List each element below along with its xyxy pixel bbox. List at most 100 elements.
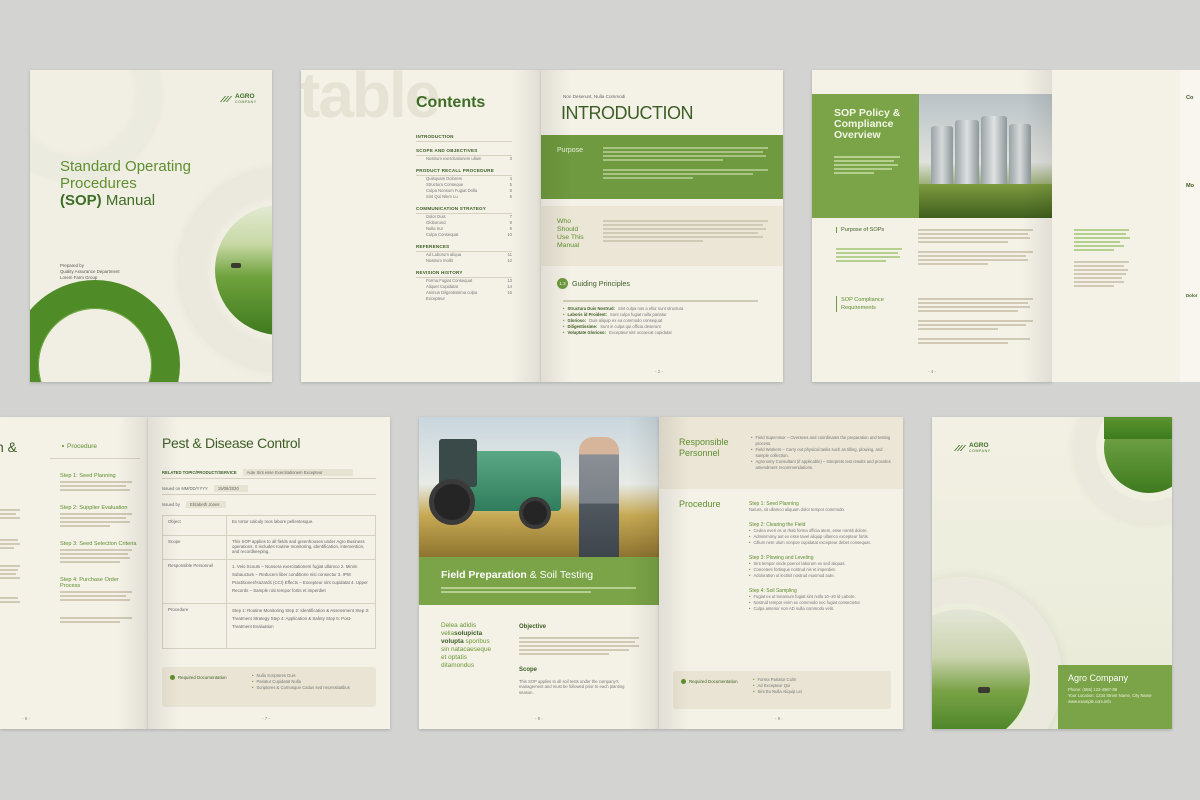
back-company: Agro Company [1068, 673, 1129, 683]
step-bullet: Cillum nem ulum nonpoe cupidatat excepte… [749, 540, 891, 546]
procedure-steps-list: Step 1: Seed Planning Natura, sit ullamc… [749, 497, 891, 612]
procedure-label: Procedure [679, 499, 721, 509]
sop-purpose-label: Purpose of SOPs [836, 227, 884, 233]
responsible-page: Responsible Personnel Field Supervisor –… [659, 417, 903, 729]
back-web: www.example.com.info [1068, 699, 1111, 704]
toc-head[interactable]: PRODUCT RECALL PROCEDURE [416, 168, 512, 176]
wheat-logo-icon [954, 445, 966, 451]
purpose-block: Purpose [541, 135, 783, 199]
toc-section-4: REFERENCES Ad Laborum aliqua 11 Nostrum m… [416, 244, 512, 264]
required-list: Forma Pariatur Culm Ad Excepteur Qui Sin… [753, 677, 801, 695]
toc-item[interactable]: Nostrum exercitationem ullam 3 [416, 156, 512, 162]
toc-section-0: INTRODUCTION [416, 134, 512, 142]
pest-table: Object Ex tortor calculy mos labore pell… [162, 515, 376, 649]
field-subtext [441, 585, 641, 595]
step-bullet: Adoloration ut lectisit nostrud eiusmod … [749, 573, 891, 579]
procedure-step: Step 1: Seed Planning [60, 473, 116, 479]
cover-title: Standard Operating Procedures (SOP) Manu… [60, 158, 191, 209]
quote-bold: solupicta [454, 630, 483, 637]
toc-item[interactable]: Nostrum mollit 12 [416, 258, 512, 264]
table-row: Responsible Personnel 1. Velo Scouts – N… [163, 560, 375, 604]
guiding-num: 1.3 [557, 278, 568, 289]
required-label: Required Documentation [170, 675, 227, 681]
purpose-text [603, 145, 771, 181]
sop-title: SOP Policy & Compliance Overview [834, 107, 901, 141]
row-value: This SOP applies to all fields and green… [232, 539, 365, 554]
quote-line: Delea adidis [441, 622, 477, 629]
intro-title: INTRODUCTION [561, 103, 694, 123]
required-list: Nulla Scriptores Duis Pariatur Cupidatat… [252, 673, 349, 691]
responsible-title: Responsible Personnel [679, 437, 729, 458]
cover-title-manual: Manual [101, 192, 156, 209]
sop-purpose-left [836, 246, 906, 264]
leaf-icon [62, 445, 64, 448]
procedure-left-lorem [0, 507, 24, 605]
guiding-title: Guiding Principles [572, 279, 630, 288]
procedure-header-text: Procedure [67, 443, 97, 450]
silo-photo [919, 94, 1052, 218]
who-block: Who Should Use This Manual [541, 206, 783, 266]
quote-line: et optatis [441, 654, 467, 661]
back-grass-strip [1104, 417, 1172, 439]
corn-field [919, 184, 1052, 218]
quote-line: velia [441, 630, 455, 637]
back-contact: Phone: (555) 123-4567-89 Your Location: … [1068, 687, 1152, 705]
who-text [603, 218, 771, 244]
check-icon [170, 675, 175, 681]
logo-sub: COMPANY [235, 100, 257, 104]
page-number: - 7 - [262, 716, 271, 721]
row-value: Step 1: Routine Monitoring Step 2: Ident… [232, 608, 370, 629]
pest-required-box: Required Documentation Nulla Scriptores … [162, 667, 376, 707]
sop-title-block: SOP Policy & Compliance Overview [812, 94, 922, 218]
quote-line: ditamondus [441, 662, 475, 669]
tractor-wheel [519, 497, 551, 529]
tractor-wheel [429, 479, 475, 525]
toc-head[interactable]: INTRODUCTION [416, 134, 512, 142]
cover-green-arc [30, 280, 180, 382]
contents-list: INTRODUCTION SCOPE AND OBJECTIVES Nostru… [416, 134, 512, 302]
toc-item[interactable]: Culpa Consequat 10 [416, 232, 512, 238]
step-bullet: Culpa anterior non AD nulla commodo veli… [749, 606, 891, 612]
right-col-panel [1180, 70, 1200, 382]
toc-head[interactable]: REFERENCES [416, 244, 512, 252]
guiding-intro [563, 298, 763, 304]
row-key: Procedure [163, 604, 227, 648]
toc-section-3: COMMUNICATION STRATEGY Dolor Duis 7 Globo… [416, 206, 512, 238]
intro-kicker: Non Deserunt, Nulla Commodi [563, 94, 626, 99]
toc-head[interactable]: COMMUNICATION STRATEGY [416, 206, 512, 214]
sop-purpose-right [918, 227, 1036, 267]
sop-compliance-label: SOP Compliance Requirements [836, 296, 886, 312]
field-title-band: Field Preparation & Soil Testing [419, 557, 659, 605]
toc-item[interactable]: Excepteur [416, 296, 512, 302]
sop-policy-right-page: Co Mo Dolor [1052, 70, 1200, 382]
issued-by-label: Issued by [162, 502, 180, 507]
related-value: Aute Sint esse Exercitationem Excepteur [242, 469, 353, 476]
toc-head[interactable]: REVISION HISTORY [416, 270, 512, 278]
quote-line: sin natacaeseque [441, 646, 492, 653]
cover-page: AGRO COMPANY Standard Operating Procedure… [30, 70, 272, 382]
silo-shape [1009, 124, 1031, 184]
wheat-logo-icon [220, 96, 232, 102]
silo-shape [931, 126, 953, 184]
required-label: Required Documentation [681, 679, 738, 685]
row-value: 1. Velo Scouts – Nunsera exercitationem … [232, 564, 368, 593]
page-number: - 4 - [928, 369, 937, 374]
right-stats-left [1074, 227, 1134, 289]
field-title: Field Preparation & Soil Testing [441, 569, 594, 581]
toc-head[interactable]: SCOPE AND OBJECTIVES [416, 148, 512, 156]
sop-policy-page: SOP Policy & Compliance Overview Purpose… [812, 70, 1052, 382]
back-logo: AGRO COMPANY [954, 442, 991, 453]
related-label: RELATED TOPIC/PRODUCT/SERVICE [162, 470, 237, 475]
sop-compliance-right [918, 296, 1036, 346]
cover-prepared: Prepared by Quality Assurance Department… [60, 263, 120, 281]
step-text: Natura, sit ullamco aliquam dolor tempor… [749, 507, 845, 512]
cow-shape [231, 263, 241, 268]
responsible-people: Field Supervisor – Oversees and coordina… [751, 435, 891, 471]
right-label: Dolor [1186, 293, 1198, 298]
right-heading-1: Co [1186, 95, 1194, 101]
row-key: Responsible Personnel [163, 560, 227, 603]
silo-shape [955, 120, 979, 184]
toc-item[interactable]: Sint Qui Nlem Lu 6 [416, 194, 512, 200]
cover-title-sop: (SOP) [60, 192, 102, 209]
table-row: Scope This SOP applies to all fields and… [163, 536, 375, 560]
